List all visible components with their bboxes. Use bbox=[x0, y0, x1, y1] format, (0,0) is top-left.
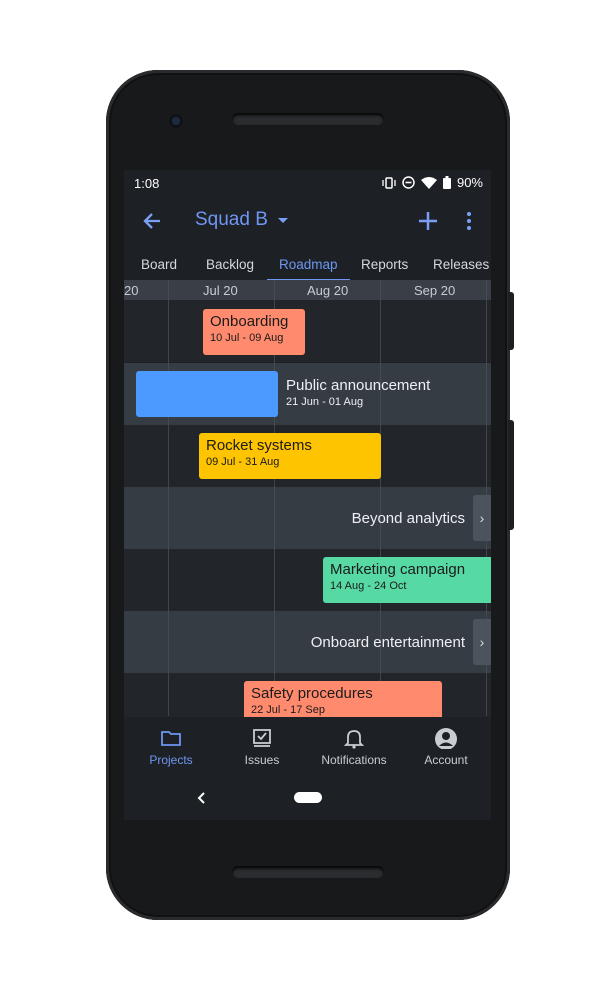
bell-icon bbox=[343, 730, 365, 749]
epic-label-public-announcement: Public announcement 21 Jun - 01 Aug bbox=[286, 377, 430, 409]
tab-reports[interactable]: Reports bbox=[361, 257, 408, 272]
month-label: Jul 20 bbox=[203, 283, 238, 298]
status-time: 1:08 bbox=[134, 176, 160, 191]
vibrate-icon bbox=[382, 176, 396, 189]
power-button bbox=[508, 292, 514, 350]
roadmap-row bbox=[124, 300, 491, 362]
epic-bar-public-announcement[interactable] bbox=[136, 371, 278, 417]
epic-name: Marketing campaign bbox=[330, 561, 466, 578]
issues-icon bbox=[253, 729, 271, 747]
battery-percent: 90% bbox=[456, 175, 483, 190]
add-icon[interactable] bbox=[418, 211, 438, 231]
epic-bar-onboarding[interactable]: Onboarding 10 Jul - 09 Aug bbox=[203, 309, 305, 355]
account-icon bbox=[435, 728, 457, 749]
chevron-right-icon[interactable]: › bbox=[473, 495, 491, 541]
tab-backlog[interactable]: Backlog bbox=[206, 257, 254, 272]
more-vert-icon[interactable] bbox=[466, 211, 472, 231]
app-bar: Squad B bbox=[124, 196, 491, 248]
bottom-speaker bbox=[232, 866, 384, 878]
tab-roadmap[interactable]: Roadmap bbox=[279, 257, 338, 272]
bottom-navigation: Projects Issues Notifications Account bbox=[124, 717, 491, 775]
month-label: Sep 20 bbox=[414, 283, 456, 298]
epic-bar-marketing-campaign[interactable]: Marketing campaign 14 Aug - 24 Oct bbox=[323, 557, 491, 603]
nav-projects[interactable]: Projects bbox=[146, 727, 196, 767]
nav-label: Projects bbox=[149, 753, 193, 767]
project-title[interactable]: Squad B bbox=[195, 209, 268, 231]
month-label: Aug 20 bbox=[307, 283, 349, 298]
epic-label-onboard-entertainment[interactable]: Onboard entertainment bbox=[311, 634, 465, 651]
home-pill[interactable] bbox=[294, 792, 322, 803]
nav-label: Issues bbox=[244, 753, 280, 767]
month-label: 20 bbox=[124, 283, 139, 298]
epic-name: Rocket systems bbox=[206, 437, 312, 454]
epic-bar-rocket-systems[interactable]: Rocket systems 09 Jul - 31 Aug bbox=[199, 433, 381, 479]
epic-dates: 22 Jul - 17 Sep bbox=[251, 704, 325, 716]
month-gridline bbox=[168, 280, 169, 716]
nav-account[interactable]: Account bbox=[421, 727, 471, 767]
back-arrow-icon[interactable] bbox=[142, 211, 162, 231]
epic-name: Safety procedures bbox=[251, 685, 373, 702]
battery-icon bbox=[442, 176, 451, 189]
chevron-right-icon[interactable]: › bbox=[473, 619, 491, 665]
system-back-icon[interactable] bbox=[196, 791, 206, 805]
dnd-icon bbox=[402, 176, 415, 189]
epic-bar-safety-procedures[interactable]: Safety procedures 22 Jul - 17 Sep bbox=[244, 681, 442, 721]
volume-button bbox=[508, 420, 514, 530]
screen: 1:08 90% Squad B Board Backlog Roadmap R… bbox=[124, 170, 491, 820]
nav-notifications[interactable]: Notifications bbox=[318, 727, 390, 767]
epic-label-beyond-analytics[interactable]: Beyond analytics bbox=[352, 510, 465, 527]
top-speaker bbox=[232, 113, 384, 125]
nav-label: Notifications bbox=[321, 753, 387, 767]
nav-label: Account bbox=[424, 753, 468, 767]
epic-dates: 14 Aug - 24 Oct bbox=[330, 580, 407, 592]
status-bar: 1:08 90% bbox=[124, 170, 491, 196]
timeline-header: 20 Jul 20 Aug 20 Sep 20 bbox=[124, 280, 491, 300]
tab-bar: Board Backlog Roadmap Reports Releases bbox=[124, 248, 491, 282]
tab-board[interactable]: Board bbox=[141, 257, 177, 272]
epic-dates: 10 Jul - 09 Aug bbox=[210, 332, 284, 344]
folder-icon bbox=[161, 731, 181, 746]
nav-issues[interactable]: Issues bbox=[237, 727, 287, 767]
epic-name: Public announcement bbox=[286, 377, 431, 394]
chevron-down-icon[interactable] bbox=[277, 217, 289, 225]
epic-dates: 21 Jun - 01 Aug bbox=[286, 396, 364, 408]
tab-releases[interactable]: Releases bbox=[433, 257, 489, 272]
system-navigation bbox=[124, 775, 491, 820]
status-icons: 90% bbox=[382, 175, 483, 190]
epic-name: Onboarding bbox=[210, 313, 289, 330]
epic-dates: 09 Jul - 31 Aug bbox=[206, 456, 280, 468]
wifi-icon bbox=[420, 176, 437, 189]
front-camera bbox=[169, 114, 183, 128]
